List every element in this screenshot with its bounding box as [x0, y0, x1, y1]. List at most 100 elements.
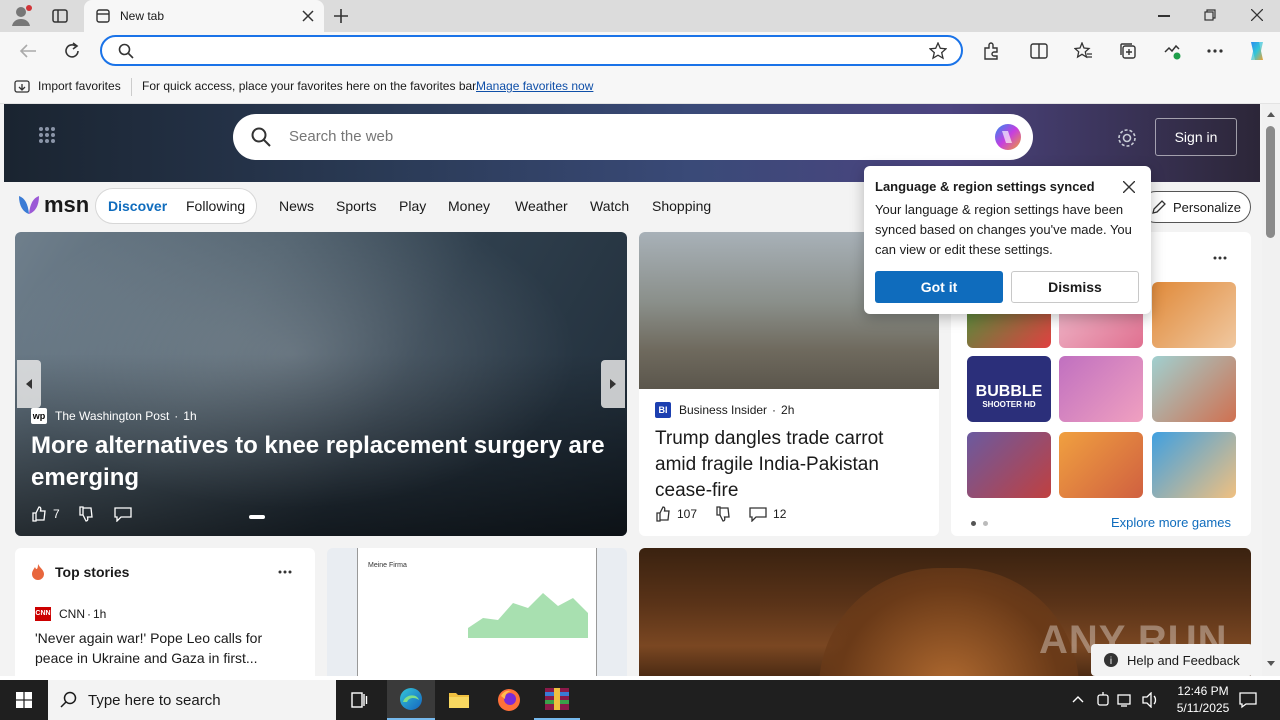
settings-gear-icon[interactable]: [1117, 128, 1137, 148]
notifications-icon[interactable]: [1239, 691, 1257, 709]
scroll-up-arrow[interactable]: [1267, 112, 1275, 117]
split-screen-icon[interactable]: [1030, 42, 1048, 60]
carousel-next-button[interactable]: [601, 360, 625, 408]
collections-icon[interactable]: [1119, 42, 1137, 60]
apps-grid-icon[interactable]: [38, 126, 56, 144]
game-tile[interactable]: [967, 432, 1051, 498]
msn-logo[interactable]: msn: [17, 192, 89, 218]
nav-weather[interactable]: Weather: [515, 198, 568, 214]
search-icon: [118, 43, 134, 59]
nav-play[interactable]: Play: [399, 198, 426, 214]
game-tile[interactable]: [1152, 282, 1236, 348]
task-view-icon[interactable]: [350, 691, 368, 709]
dislike-icon[interactable]: [78, 506, 94, 522]
tab-actions-icon[interactable]: [52, 8, 68, 24]
vertical-scrollbar[interactable]: [1262, 104, 1280, 676]
comment-icon[interactable]: [749, 506, 767, 522]
game-tile[interactable]: [1059, 432, 1143, 498]
second-story-comments: 12: [773, 507, 787, 521]
web-search-placeholder: Search the web: [289, 128, 394, 145]
windows-start-icon[interactable]: [16, 692, 32, 708]
winrar-icon[interactable]: [534, 680, 580, 720]
tray-app-icon[interactable]: [1096, 692, 1110, 708]
dismiss-button[interactable]: Dismiss: [1011, 271, 1139, 303]
refresh-icon[interactable]: [63, 42, 81, 60]
volume-icon[interactable]: [1142, 692, 1160, 708]
top-stories-card: Top stories CNN CNN · 1h 'Never again wa…: [15, 548, 315, 676]
top-story-headline[interactable]: 'Never again war!' Pope Leo calls for pe…: [35, 628, 295, 668]
edge-taskbar-icon[interactable]: [387, 680, 435, 720]
comment-icon[interactable]: [114, 506, 132, 522]
games-page-indicator[interactable]: [971, 521, 976, 526]
file-explorer-icon[interactable]: [448, 690, 470, 710]
import-favorites-icon[interactable]: [14, 79, 30, 95]
game-tile[interactable]: [1059, 356, 1143, 422]
minimize-button[interactable]: [1158, 15, 1170, 17]
got-it-button[interactable]: Got it: [875, 271, 1003, 303]
help-feedback-button[interactable]: i Help and Feedback: [1091, 644, 1253, 676]
like-icon[interactable]: [655, 506, 671, 522]
sign-in-button[interactable]: Sign in: [1155, 118, 1237, 156]
favorite-star-icon[interactable]: [929, 42, 947, 60]
firefox-icon[interactable]: [497, 688, 521, 712]
network-icon[interactable]: [1117, 692, 1135, 708]
nav-sports[interactable]: Sports: [336, 198, 376, 214]
copilot-icon[interactable]: [1245, 39, 1269, 63]
taskbar-date[interactable]: 5/11/2025: [1168, 701, 1238, 715]
top-stories-flame-icon: [31, 564, 45, 580]
import-favorites-link[interactable]: Import favorites: [38, 79, 121, 93]
games-page-indicator[interactable]: [983, 521, 988, 526]
tab-discover[interactable]: Discover: [108, 198, 167, 214]
more-menu-icon[interactable]: [1207, 49, 1223, 53]
help-feedback-label: Help and Feedback: [1127, 652, 1240, 668]
tab-new-tab[interactable]: New tab: [84, 0, 324, 32]
main-story-card[interactable]: wp The Washington Post · 1h More alterna…: [15, 232, 627, 536]
scroll-thumb[interactable]: [1266, 126, 1275, 238]
top-stories-title: Top stories: [55, 564, 130, 580]
carousel-indicator: [249, 515, 265, 519]
taskbar-time[interactable]: 12:46 PM: [1172, 684, 1234, 698]
like-icon[interactable]: [31, 506, 47, 522]
carousel-prev-button[interactable]: [17, 360, 41, 408]
tab-following[interactable]: Following: [186, 198, 245, 214]
nav-shopping[interactable]: Shopping: [652, 198, 711, 214]
nav-watch[interactable]: Watch: [590, 198, 629, 214]
copilot-search-icon[interactable]: [993, 122, 1023, 152]
new-tab-button[interactable]: [333, 8, 349, 24]
game-tile[interactable]: [1152, 432, 1236, 498]
second-story-headline[interactable]: Trump dangles trade carrot amid fragile …: [655, 426, 915, 504]
nav-money[interactable]: Money: [448, 198, 490, 214]
address-bar[interactable]: [100, 35, 963, 66]
business-insider-icon: BI: [655, 402, 671, 418]
restore-button[interactable]: [1204, 9, 1216, 21]
bubble-title: BUBBLE: [975, 383, 1043, 400]
browser-essentials-icon[interactable]: [1163, 42, 1181, 60]
back-icon[interactable]: [19, 43, 37, 59]
profile-icon[interactable]: [10, 5, 32, 27]
manage-favorites-link[interactable]: Manage favorites now: [476, 79, 593, 93]
favorites-icon[interactable]: [1074, 42, 1092, 60]
divider: [131, 78, 132, 96]
favorites-hint: For quick access, place your favorites h…: [142, 79, 479, 93]
popup-close-icon[interactable]: [1123, 181, 1135, 193]
game-tile-bubble-shooter[interactable]: BUBBLE SHOOTER HD: [967, 356, 1051, 422]
games-more-icon[interactable]: [1213, 256, 1227, 260]
tray-chevron-icon[interactable]: [1072, 695, 1084, 703]
nav-news[interactable]: News: [279, 198, 314, 214]
close-tab-icon[interactable]: [302, 10, 314, 22]
dislike-icon[interactable]: [715, 506, 731, 522]
top-stories-more-icon[interactable]: [278, 570, 292, 574]
extensions-icon[interactable]: [982, 42, 1000, 60]
close-window-button[interactable]: [1251, 9, 1263, 21]
game-tile[interactable]: [1152, 356, 1236, 422]
explore-more-games-link[interactable]: Explore more games: [1111, 515, 1231, 530]
ad-card[interactable]: Meine Firma: [327, 548, 627, 676]
taskbar-search-box[interactable]: Type here to search: [48, 680, 336, 720]
personalize-button[interactable]: Personalize: [1140, 191, 1251, 223]
scroll-down-arrow[interactable]: [1267, 661, 1275, 666]
main-story-likes: 7: [53, 507, 60, 521]
top-story-source-name: CNN: [59, 607, 85, 621]
main-story-headline[interactable]: More alternatives to knee replacement su…: [31, 430, 611, 494]
web-search-box[interactable]: Search the web: [233, 114, 1033, 160]
top-story-source: CNN CNN · 1h: [35, 607, 107, 621]
